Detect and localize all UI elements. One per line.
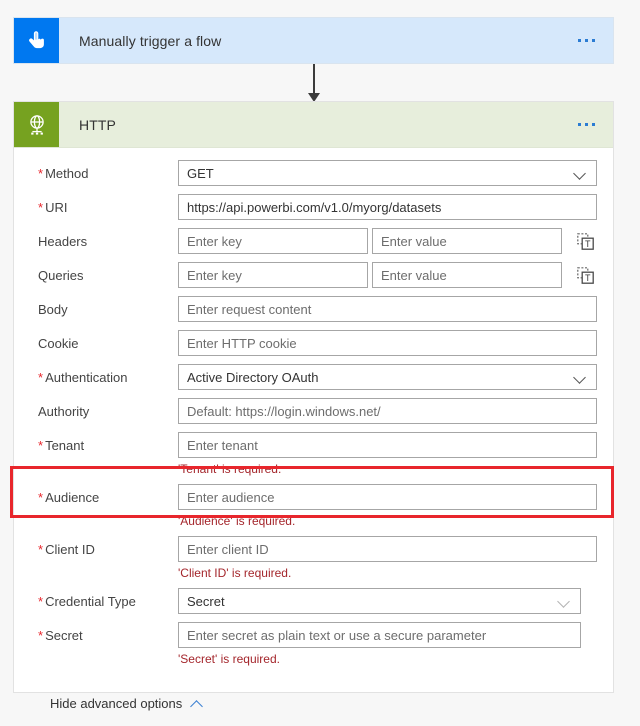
ellipsis-dot [585, 39, 588, 42]
field-row-headers: Headers Enter key Enter value T [14, 228, 613, 254]
label-body: Body [38, 302, 68, 317]
field-row-uri: * URI https://api.powerbi.com/v1.0/myorg/… [14, 194, 613, 220]
headers-key-input[interactable]: Enter key [178, 228, 368, 254]
trigger-card[interactable]: Manually trigger a flow [13, 17, 614, 64]
field-row-authority: Authority Default: https://login.windows… [14, 398, 613, 424]
field-row-cookie: Cookie Enter HTTP cookie [14, 330, 613, 356]
svg-text:T: T [584, 273, 590, 283]
tap-hand-icon [14, 18, 59, 63]
queries-key-input[interactable]: Enter key [178, 262, 368, 288]
field-row-secret: * Secret Enter secret as plain text or us… [14, 622, 613, 648]
audience-error-message: 'Audience' is required. [178, 514, 296, 528]
field-row-tenant: * Tenant Enter tenant [14, 432, 613, 458]
tenant-input[interactable]: Enter tenant [178, 432, 597, 458]
trigger-more-commands-button[interactable] [578, 18, 613, 63]
secret-input[interactable]: Enter secret as plain text or use a secu… [178, 622, 581, 648]
tenant-error-message: 'Tenant' is required. [178, 462, 282, 476]
field-row-credential-type: * Credential Type Secret [14, 588, 613, 614]
required-asterisk: * [38, 370, 44, 385]
uri-input[interactable]: https://api.powerbi.com/v1.0/myorg/datas… [178, 194, 597, 220]
chevron-down-icon [574, 169, 588, 177]
required-asterisk: * [38, 628, 44, 643]
method-value: GET [187, 165, 214, 181]
required-asterisk: * [38, 594, 44, 609]
ellipsis-dot [585, 123, 588, 126]
field-row-body: Body Enter request content [14, 296, 613, 322]
cookie-input[interactable]: Enter HTTP cookie [178, 330, 597, 356]
http-parameters-form: * Method GET * URI https://api.powerbi.com… [14, 148, 613, 711]
svg-text:T: T [584, 239, 590, 249]
http-card-title: HTTP [79, 116, 116, 133]
label-audience: * Audience [38, 490, 100, 505]
label-authority: Authority [38, 404, 90, 419]
required-asterisk: * [38, 490, 44, 505]
label-uri: * URI [38, 200, 68, 215]
ellipsis-dot [578, 39, 581, 42]
secret-error-message: 'Secret' is required. [178, 652, 280, 666]
body-input[interactable]: Enter request content [178, 296, 597, 322]
label-authentication: * Authentication [38, 370, 128, 385]
field-row-client-id: * Client ID Enter client ID [14, 536, 613, 562]
queries-value-input[interactable]: Enter value [372, 262, 562, 288]
headers-switch-text-mode-icon[interactable]: T [570, 228, 600, 254]
required-asterisk: * [38, 542, 44, 557]
label-headers: Headers [38, 234, 88, 249]
uri-value: https://api.powerbi.com/v1.0/myorg/datas… [187, 199, 442, 215]
audience-input[interactable]: Enter audience [178, 484, 597, 510]
field-row-method: * Method GET [14, 160, 613, 186]
trigger-title: Manually trigger a flow [79, 32, 222, 49]
required-asterisk: * [38, 166, 44, 181]
label-credential-type: * Credential Type [38, 594, 136, 609]
chevron-down-icon [574, 373, 588, 381]
field-row-authentication: * Authentication Active Directory OAuth [14, 364, 613, 390]
method-dropdown[interactable]: GET [178, 160, 597, 186]
queries-switch-text-mode-icon[interactable]: T [570, 262, 600, 288]
ellipsis-dot [592, 123, 595, 126]
label-secret: * Secret [38, 628, 83, 643]
ellipsis-dot [578, 123, 581, 126]
globe-network-icon [14, 102, 59, 147]
flow-connector-arrow [308, 64, 320, 102]
credential-type-value: Secret [187, 593, 225, 609]
authority-input[interactable]: Default: https://login.windows.net/ [178, 398, 597, 424]
label-method: * Method [38, 166, 89, 181]
http-more-commands-button[interactable] [578, 102, 613, 147]
http-card-header[interactable]: HTTP [14, 102, 613, 148]
credential-type-dropdown[interactable]: Secret [178, 588, 581, 614]
ellipsis-dot [592, 39, 595, 42]
chevron-down-icon [558, 597, 572, 605]
hide-advanced-options-label: Hide advanced options [50, 696, 183, 711]
chevron-up-icon [191, 700, 204, 708]
authentication-value: Active Directory OAuth [187, 369, 319, 385]
label-tenant: * Tenant [38, 438, 85, 453]
authentication-dropdown[interactable]: Active Directory OAuth [178, 364, 597, 390]
hide-advanced-options-toggle[interactable]: Hide advanced options [14, 674, 613, 711]
label-client-id: * Client ID [38, 542, 95, 557]
required-asterisk: * [38, 438, 44, 453]
client-id-error-message: 'Client ID' is required. [178, 566, 292, 580]
label-queries: Queries [38, 268, 84, 283]
required-asterisk: * [38, 200, 44, 215]
client-id-input[interactable]: Enter client ID [178, 536, 597, 562]
http-action-card: HTTP * Method GET * URI https://api.powe… [13, 101, 614, 711]
field-row-audience: * Audience Enter audience [14, 484, 613, 510]
headers-value-input[interactable]: Enter value [372, 228, 562, 254]
label-cookie: Cookie [38, 336, 79, 351]
field-row-queries: Queries Enter key Enter value T [14, 262, 613, 288]
